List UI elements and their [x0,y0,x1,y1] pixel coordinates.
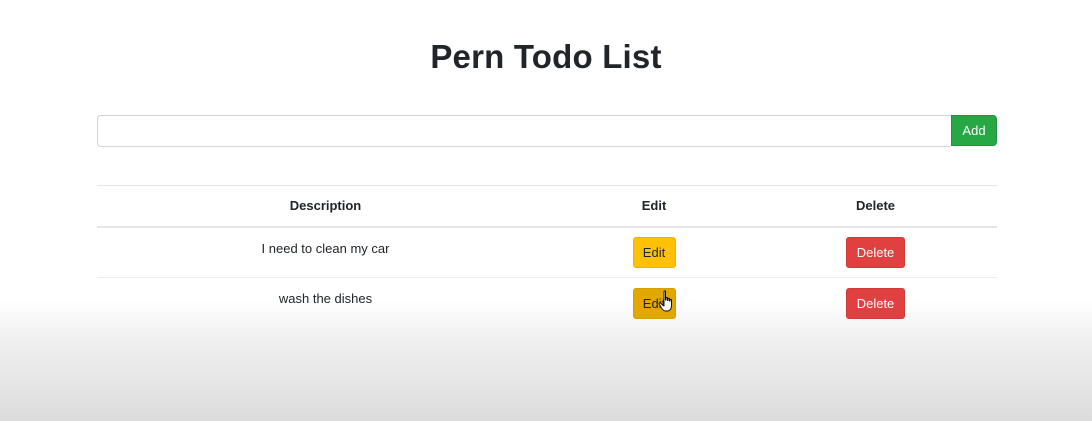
todo-description-input[interactable] [97,115,951,147]
edit-button[interactable]: Edit [632,236,676,268]
delete-cell: Delete [754,278,997,329]
todo-description: I need to clean my car [97,226,554,278]
column-header-edit: Edit [554,185,754,228]
page-title: Pern Todo List [430,38,662,75]
table-header: Description Edit Delete [97,185,997,228]
add-button[interactable]: Add [951,115,997,146]
add-todo-form: Add [97,115,997,147]
column-header-description: Description [97,185,554,228]
table-header-row: Description Edit Delete [97,185,997,228]
edit-button[interactable]: Edit [632,287,676,319]
edit-cell: Edit [554,278,754,329]
delete-button[interactable]: Delete [846,236,905,268]
column-header-delete: Delete [754,185,997,228]
table-row: I need to clean my car Edit Delete [97,226,997,278]
table-body: I need to clean my car Edit Delete wash … [97,226,997,329]
todo-table: Description Edit Delete I need to clean … [97,185,997,329]
delete-cell: Delete [754,226,997,278]
table-row: wash the dishes Edit Delete [97,278,997,329]
delete-button[interactable]: Delete [846,287,905,319]
edit-cell: Edit [554,226,754,278]
todo-description: wash the dishes [278,291,373,306]
